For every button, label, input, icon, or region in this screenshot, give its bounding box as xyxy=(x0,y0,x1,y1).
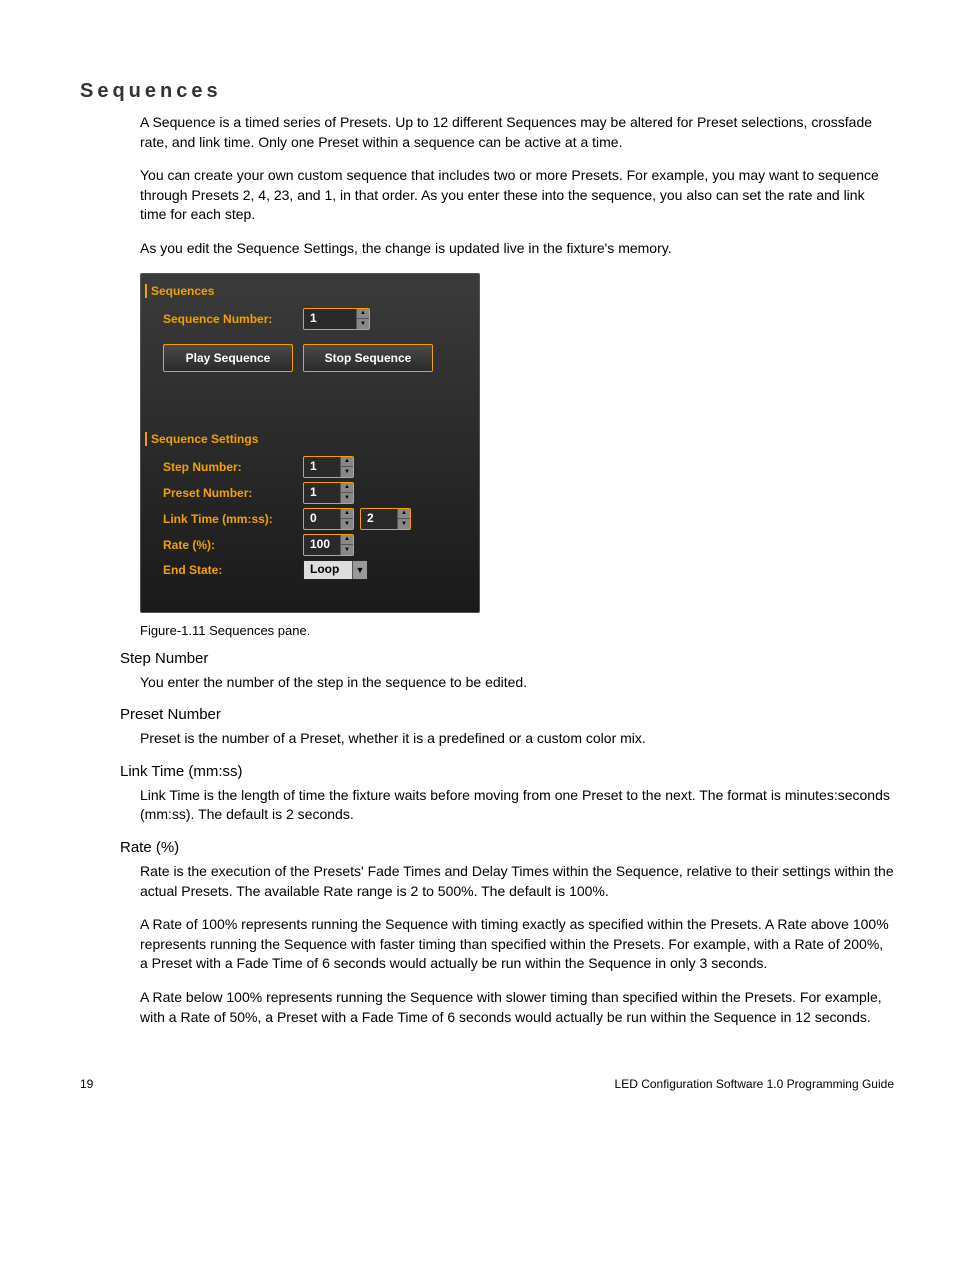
chevron-down-icon[interactable]: ▼ xyxy=(341,493,353,503)
end-state-label: End State: xyxy=(155,563,303,577)
chevron-up-icon[interactable]: ▲ xyxy=(341,483,353,494)
sequence-number-value: 1 xyxy=(304,309,356,329)
section-heading: Sequences xyxy=(80,80,894,103)
spinner-buttons[interactable]: ▲▼ xyxy=(356,309,369,329)
group-title-sequences: Sequences xyxy=(145,284,465,298)
chevron-up-icon[interactable]: ▲ xyxy=(398,509,410,520)
link-time-mm-value: 0 xyxy=(304,509,340,529)
step-number-label: Step Number: xyxy=(155,460,303,474)
sequence-number-spinner[interactable]: 1 ▲▼ xyxy=(303,308,370,330)
chevron-up-icon[interactable]: ▲ xyxy=(357,309,369,320)
sequences-panel: Sequences Sequence Number: 1 ▲▼ Play Seq… xyxy=(140,273,480,613)
chevron-down-icon[interactable]: ▼ xyxy=(341,467,353,477)
subheading-preset-number: Preset Number xyxy=(120,706,894,723)
chevron-up-icon[interactable]: ▲ xyxy=(341,509,353,520)
preset-number-spinner[interactable]: 1 ▲▼ xyxy=(303,482,354,504)
spinner-buttons[interactable]: ▲▼ xyxy=(397,509,410,529)
group-title-sequence-settings: Sequence Settings xyxy=(145,432,465,446)
step-number-value: 1 xyxy=(304,457,340,477)
end-state-dropdown[interactable]: Loop ▼ xyxy=(303,560,368,580)
spinner-buttons[interactable]: ▲▼ xyxy=(340,483,353,503)
body-paragraph: You can create your own custom sequence … xyxy=(80,166,894,225)
rate-value: 100 xyxy=(304,535,340,555)
spinner-buttons[interactable]: ▲▼ xyxy=(340,509,353,529)
body-paragraph: As you edit the Sequence Settings, the c… xyxy=(80,239,894,259)
chevron-down-icon[interactable]: ▼ xyxy=(341,545,353,555)
play-sequence-button[interactable]: Play Sequence xyxy=(163,344,293,372)
body-paragraph: Preset is the number of a Preset, whethe… xyxy=(80,729,894,749)
stop-sequence-button[interactable]: Stop Sequence xyxy=(303,344,433,372)
end-state-value: Loop xyxy=(304,561,352,579)
link-time-ss-value: 2 xyxy=(361,509,397,529)
page-footer: 19 LED Configuration Software 1.0 Progra… xyxy=(80,1077,894,1091)
body-paragraph: Link Time is the length of time the fixt… xyxy=(80,786,894,825)
subheading-step-number: Step Number xyxy=(120,650,894,667)
chevron-down-icon[interactable]: ▼ xyxy=(398,519,410,529)
sequences-panel-figure: Sequences Sequence Number: 1 ▲▼ Play Seq… xyxy=(80,273,894,638)
spinner-buttons[interactable]: ▲▼ xyxy=(340,535,353,555)
body-paragraph: You enter the number of the step in the … xyxy=(80,673,894,693)
chevron-down-icon[interactable]: ▼ xyxy=(357,319,369,329)
body-paragraph: A Rate of 100% represents running the Se… xyxy=(80,915,894,974)
footer-title: LED Configuration Software 1.0 Programmi… xyxy=(615,1077,894,1091)
chevron-up-icon[interactable]: ▲ xyxy=(341,457,353,468)
step-number-spinner[interactable]: 1 ▲▼ xyxy=(303,456,354,478)
link-time-ss-spinner[interactable]: 2 ▲▼ xyxy=(360,508,411,530)
body-paragraph: A Sequence is a timed series of Presets.… xyxy=(80,113,894,152)
spinner-buttons[interactable]: ▲▼ xyxy=(340,457,353,477)
preset-number-label: Preset Number: xyxy=(155,486,303,500)
sequence-number-label: Sequence Number: xyxy=(155,312,303,326)
body-paragraph: Rate is the execution of the Presets' Fa… xyxy=(80,862,894,901)
subheading-link-time: Link Time (mm:ss) xyxy=(120,763,894,780)
page-number: 19 xyxy=(80,1077,93,1091)
rate-label: Rate (%): xyxy=(155,538,303,552)
preset-number-value: 1 xyxy=(304,483,340,503)
figure-caption: Figure-1.11 Sequences pane. xyxy=(140,623,894,638)
chevron-down-icon[interactable]: ▼ xyxy=(341,519,353,529)
subheading-rate: Rate (%) xyxy=(120,839,894,856)
chevron-up-icon[interactable]: ▲ xyxy=(341,535,353,546)
chevron-down-icon[interactable]: ▼ xyxy=(352,561,367,579)
link-time-mm-spinner[interactable]: 0 ▲▼ xyxy=(303,508,354,530)
rate-spinner[interactable]: 100 ▲▼ xyxy=(303,534,354,556)
link-time-label: Link Time (mm:ss): xyxy=(155,512,303,526)
body-paragraph: A Rate below 100% represents running the… xyxy=(80,988,894,1027)
